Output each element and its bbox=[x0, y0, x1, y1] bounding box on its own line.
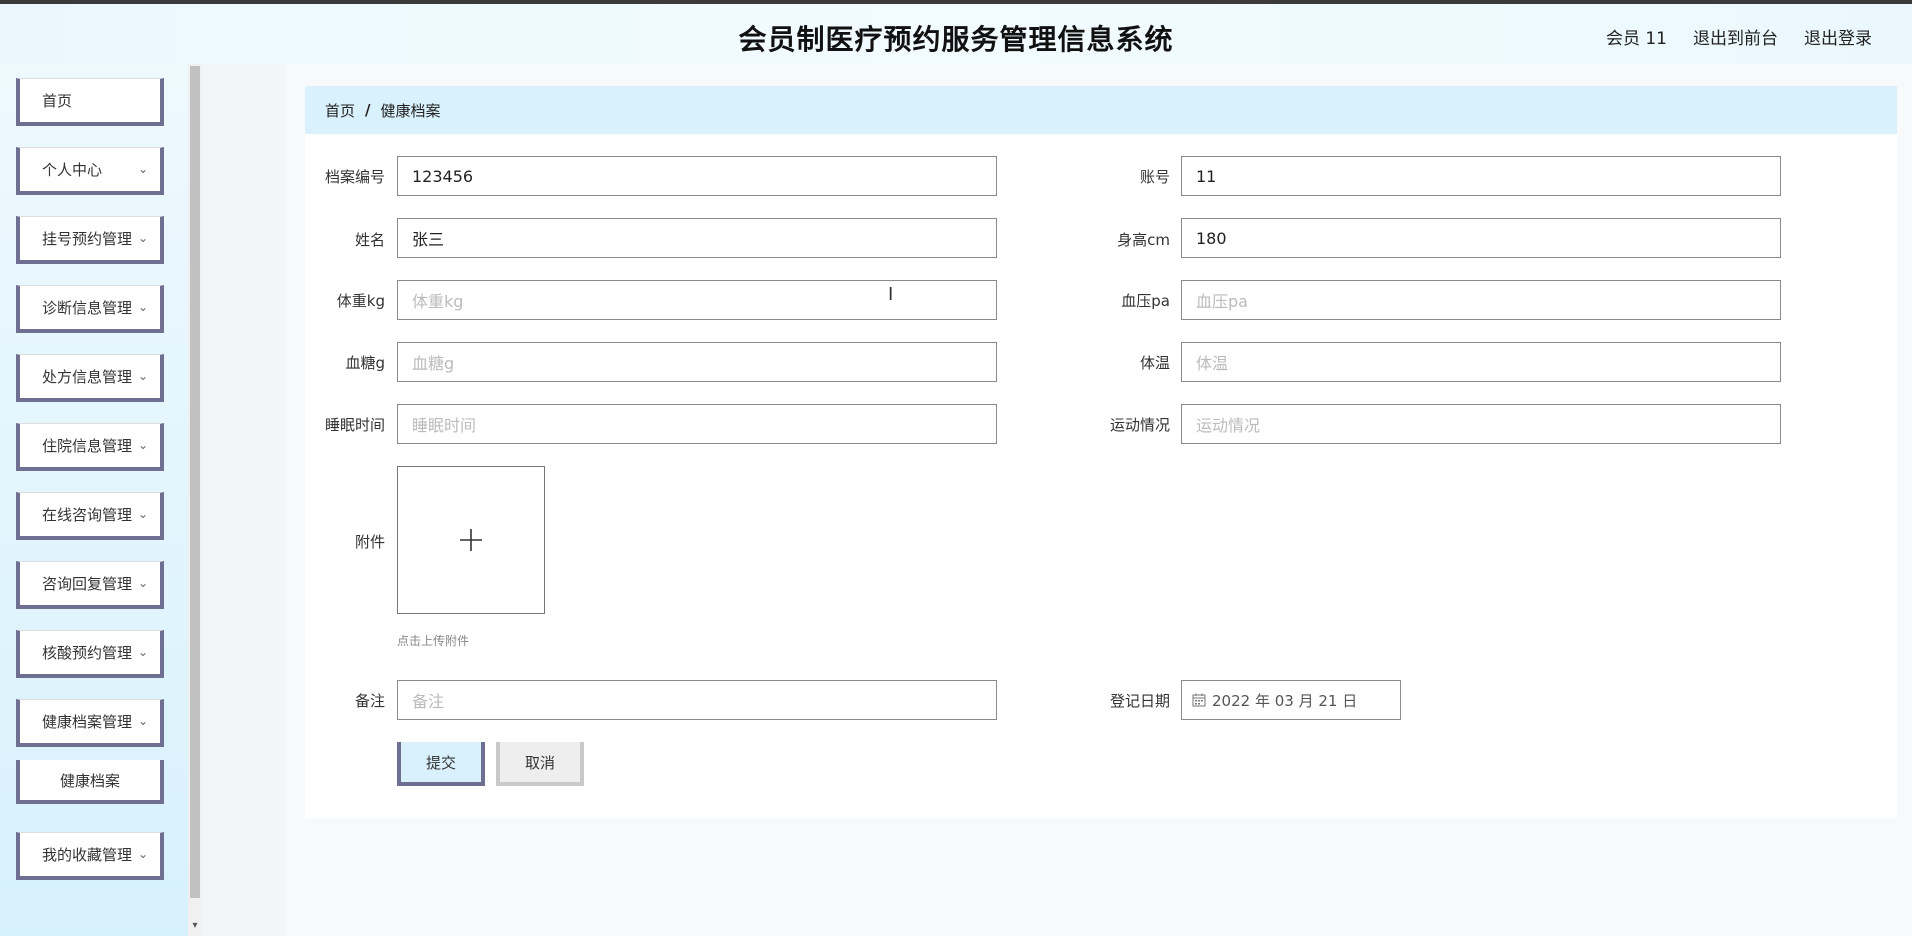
record-no-label: 档案编号 bbox=[324, 168, 385, 186]
sleep-label: 睡眠时间 bbox=[324, 416, 385, 434]
chevron-down-icon: ⌄ bbox=[137, 847, 148, 861]
sidebar-item-hospitalization[interactable]: 住院信息管理 ⌄ bbox=[16, 423, 164, 471]
sidebar-item-registration[interactable]: 挂号预约管理 ⌄ bbox=[16, 216, 164, 264]
chevron-down-icon: ⌄ bbox=[137, 645, 148, 659]
sleep-input[interactable]: 睡眠时间 bbox=[397, 404, 997, 444]
scroll-down-arrow-icon[interactable]: ▾ bbox=[190, 920, 200, 932]
app-header: 会员制医疗预约服务管理信息系统 会员 11 退出到前台 退出登录 bbox=[0, 4, 1912, 64]
header-links: 会员 11 退出到前台 退出登录 bbox=[1606, 24, 1872, 49]
sidebar-item-prescription[interactable]: 处方信息管理 ⌄ bbox=[16, 354, 164, 402]
chevron-down-icon: ⌄ bbox=[137, 438, 148, 452]
sidebar-item-personal-center[interactable]: 个人中心 ⌄ bbox=[16, 147, 164, 195]
weight-input[interactable]: 体重kg bbox=[397, 280, 997, 320]
chevron-down-icon: ⌄ bbox=[137, 369, 148, 383]
blood-sugar-label: 血糖g bbox=[345, 354, 385, 372]
reg-date-value: 2022 年 03 月 21 日 bbox=[1212, 691, 1358, 710]
sidebar-item-label: 我的收藏管理 bbox=[42, 846, 133, 864]
blood-pressure-input[interactable]: 血压pa bbox=[1181, 280, 1781, 320]
attachment-upload[interactable] bbox=[397, 466, 545, 614]
remark-input[interactable]: 备注 bbox=[397, 680, 997, 720]
breadcrumb-current: 健康档案 bbox=[380, 101, 441, 120]
temperature-label: 体温 bbox=[1139, 354, 1170, 372]
sidebar-item-nucleic-test[interactable]: 核酸预约管理 ⌄ bbox=[16, 630, 164, 678]
cancel-button[interactable]: 取消 bbox=[496, 742, 584, 786]
weight-label: 体重kg bbox=[336, 292, 385, 310]
exit-to-front-link[interactable]: 退出到前台 bbox=[1693, 24, 1778, 49]
chevron-down-icon: ⌄ bbox=[137, 576, 148, 590]
sidebar-item-label: 住院信息管理 bbox=[42, 437, 133, 455]
blood-sugar-input[interactable]: 血糖g bbox=[397, 342, 997, 382]
upload-hint: 点击上传附件 bbox=[397, 634, 470, 648]
temperature-input[interactable]: 体温 bbox=[1181, 342, 1781, 382]
text-cursor-icon: I bbox=[888, 284, 894, 305]
account-label: 账号 bbox=[1139, 168, 1170, 186]
chevron-down-icon: ⌄ bbox=[137, 300, 148, 314]
logout-link[interactable]: 退出登录 bbox=[1804, 24, 1872, 49]
sidebar-item-label: 处方信息管理 bbox=[42, 368, 133, 386]
calendar-icon bbox=[1192, 693, 1206, 707]
chevron-down-icon: ⌄ bbox=[137, 714, 148, 728]
sidebar-subitem-label: 健康档案 bbox=[59, 771, 120, 790]
sidebar-item-diagnosis[interactable]: 诊断信息管理 ⌄ bbox=[16, 285, 164, 333]
sidebar-item-online-consult[interactable]: 在线咨询管理 ⌄ bbox=[16, 492, 164, 540]
reg-date-picker[interactable]: 2022 年 03 月 21 日 bbox=[1181, 680, 1401, 720]
chevron-down-icon: ⌄ bbox=[137, 231, 148, 245]
sidebar-item-label: 核酸预约管理 bbox=[42, 644, 133, 662]
exercise-input[interactable]: 运动情况 bbox=[1181, 404, 1781, 444]
blood-pressure-label: 血压pa bbox=[1121, 292, 1170, 310]
exercise-label: 运动情况 bbox=[1109, 416, 1170, 434]
height-input[interactable]: 180 bbox=[1181, 218, 1781, 258]
submit-button[interactable]: 提交 bbox=[397, 742, 485, 786]
sidebar-item-consult-reply[interactable]: 咨询回复管理 ⌄ bbox=[16, 561, 164, 609]
name-label: 姓名 bbox=[354, 231, 385, 249]
sidebar-item-label: 个人中心 bbox=[42, 161, 103, 179]
sidebar-item-home[interactable]: 首页 bbox=[16, 78, 164, 126]
plus-icon bbox=[460, 529, 482, 551]
sidebar-item-label: 诊断信息管理 bbox=[42, 299, 133, 317]
breadcrumb: 首页 / 健康档案 bbox=[305, 86, 1897, 134]
sidebar-item-label: 咨询回复管理 bbox=[42, 575, 133, 593]
sidebar-scroll-thumb[interactable] bbox=[190, 66, 200, 898]
remark-label: 备注 bbox=[354, 692, 385, 710]
user-link[interactable]: 会员 11 bbox=[1606, 24, 1667, 49]
sidebar-item-label: 首页 bbox=[42, 92, 73, 110]
chevron-down-icon: ⌄ bbox=[137, 162, 148, 176]
account-input[interactable]: 11 bbox=[1181, 156, 1781, 196]
record-no-input[interactable]: 123456 bbox=[397, 156, 997, 196]
sidebar-item-label: 在线咨询管理 bbox=[42, 506, 133, 524]
sidebar-item-label: 挂号预约管理 bbox=[42, 230, 133, 248]
sidebar-item-health-records[interactable]: 健康档案管理 ⌄ bbox=[16, 699, 164, 747]
attachment-label: 附件 bbox=[354, 533, 385, 551]
height-label: 身高cm bbox=[1117, 231, 1170, 249]
breadcrumb-separator: / bbox=[365, 101, 371, 119]
name-input[interactable]: 张三 bbox=[397, 218, 997, 258]
breadcrumb-home[interactable]: 首页 bbox=[325, 100, 355, 121]
sidebar-subitem-health-record[interactable]: 健康档案 bbox=[16, 760, 164, 804]
sidebar-item-label: 健康档案管理 bbox=[42, 713, 133, 731]
reg-date-label: 登记日期 bbox=[1109, 692, 1170, 710]
sidebar-item-favorites[interactable]: 我的收藏管理 ⌄ bbox=[16, 832, 164, 880]
chevron-down-icon: ⌄ bbox=[137, 507, 148, 521]
